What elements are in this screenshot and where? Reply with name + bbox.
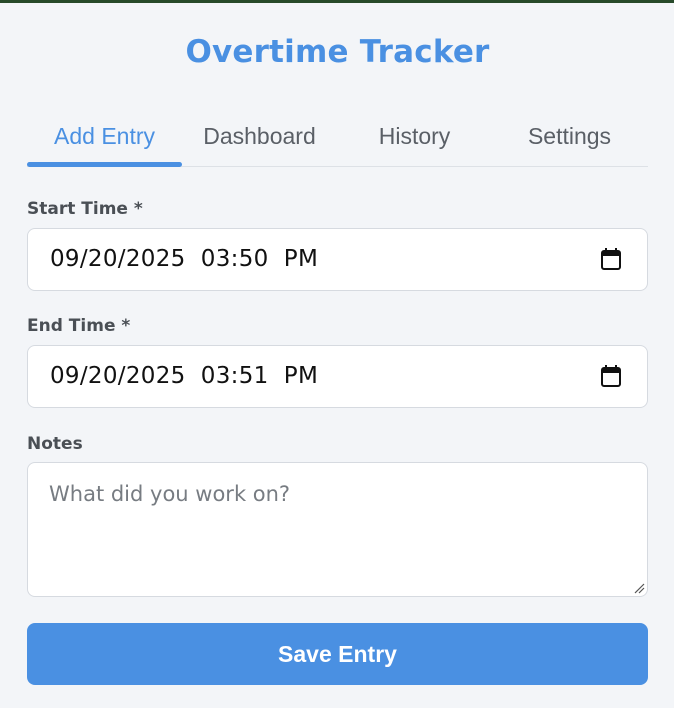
calendar-icon[interactable]	[601, 365, 621, 387]
page-title: Overtime Tracker	[185, 34, 490, 70]
tab-settings[interactable]: Settings	[492, 107, 647, 166]
end-time-input[interactable]: 09/20/2025 03:51 PM	[27, 345, 648, 408]
tab-bar: Add Entry Dashboard History Settings	[27, 107, 648, 167]
tab-add-entry[interactable]: Add Entry	[27, 107, 182, 167]
save-entry-button[interactable]: Save Entry	[27, 623, 648, 685]
resize-handle-icon[interactable]	[633, 582, 645, 594]
notes-label: Notes	[27, 434, 83, 454]
notes-placeholder: What did you work on?	[49, 482, 291, 506]
tab-history[interactable]: History	[337, 107, 492, 166]
calendar-icon[interactable]	[601, 248, 621, 270]
overtime-tracker-app: Overtime Tracker Add Entry Dashboard His…	[27, 0, 648, 708]
start-time-input[interactable]: 09/20/2025 03:50 PM	[27, 228, 648, 291]
notes-textarea[interactable]: What did you work on?	[27, 462, 648, 597]
tab-dashboard[interactable]: Dashboard	[182, 107, 337, 166]
end-time-label: End Time *	[27, 316, 131, 336]
start-time-label: Start Time *	[27, 199, 143, 219]
start-time-value: 09/20/2025 03:50 PM	[50, 246, 319, 272]
end-time-value: 09/20/2025 03:51 PM	[50, 363, 319, 389]
